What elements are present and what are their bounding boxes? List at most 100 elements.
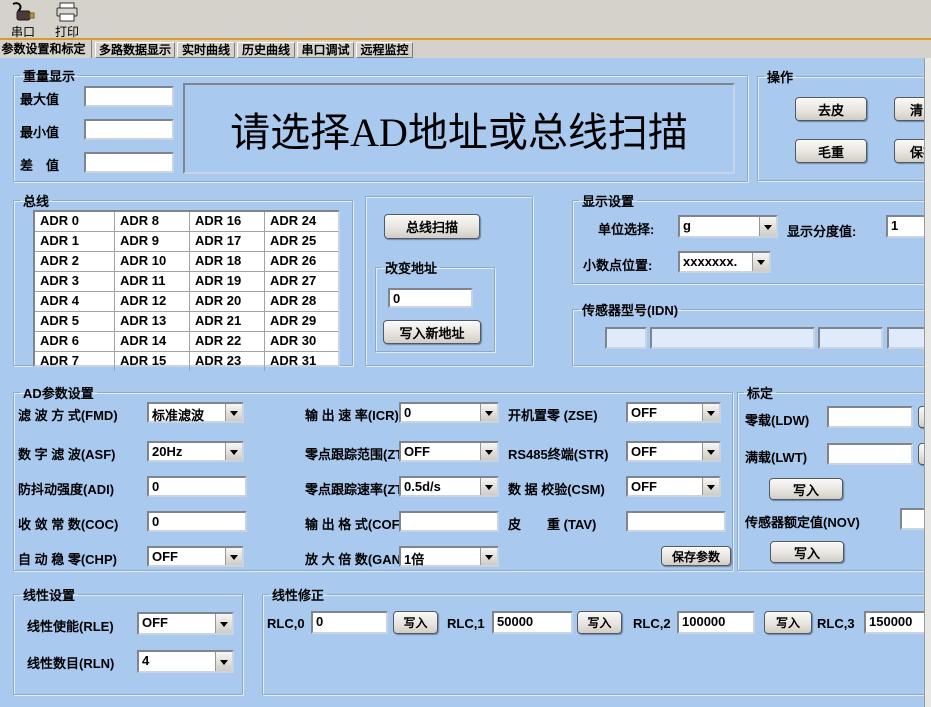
- bus-address-cell[interactable]: ADR 31: [265, 352, 338, 371]
- bus-address-cell[interactable]: ADR 4: [35, 292, 115, 311]
- chevron-down-icon[interactable]: [480, 443, 497, 460]
- bus-address-cell[interactable]: ADR 10: [115, 252, 190, 271]
- lwt-field[interactable]: [827, 443, 913, 465]
- rle-combo[interactable]: OFF: [137, 612, 234, 635]
- rlc1-field[interactable]: 50000: [492, 611, 573, 634]
- cof-field[interactable]: [399, 511, 499, 532]
- bus-address-cell[interactable]: ADR 27: [265, 272, 338, 291]
- ldw-field[interactable]: [827, 406, 913, 428]
- adi-field[interactable]: 0: [147, 476, 247, 497]
- max-value-field[interactable]: [84, 86, 174, 107]
- bus-address-cell[interactable]: ADR 30: [265, 332, 338, 351]
- tab-remote-monitor[interactable]: 远程监控: [356, 42, 413, 58]
- serial-port-button[interactable]: 串口: [2, 1, 44, 37]
- tab-multichannel-display[interactable]: 多路数据显示: [95, 42, 175, 58]
- tab-param-calibration[interactable]: 参数设置和标定: [0, 40, 92, 58]
- group-bus-title: 总线: [20, 191, 52, 210]
- bus-address-cell[interactable]: ADR 11: [115, 272, 190, 291]
- bus-address-cell[interactable]: ADR 17: [190, 232, 265, 251]
- bus-address-cell[interactable]: ADR 20: [190, 292, 265, 311]
- bus-address-cell[interactable]: ADR 21: [190, 312, 265, 331]
- bus-address-cell[interactable]: ADR 29: [265, 312, 338, 331]
- write-new-address-button[interactable]: 写入新地址: [383, 320, 481, 344]
- chevron-down-icon[interactable]: [759, 217, 776, 236]
- chevron-down-icon[interactable]: [215, 614, 232, 633]
- diff-value-field[interactable]: [84, 152, 174, 173]
- tare-button[interactable]: 去皮: [795, 97, 867, 121]
- bus-address-cell[interactable]: ADR 16: [190, 212, 265, 231]
- decimal-position-combo[interactable]: xxxxxxx.: [678, 251, 771, 273]
- bus-address-cell[interactable]: ADR 1: [35, 232, 115, 251]
- chevron-down-icon[interactable]: [480, 548, 497, 565]
- bus-address-cell[interactable]: ADR 25: [265, 232, 338, 251]
- rle-label: 线性使能(RLE): [27, 616, 114, 635]
- asf-combo[interactable]: 20Hz: [147, 441, 244, 462]
- bus-address-cell[interactable]: ADR 26: [265, 252, 338, 271]
- rlc1-write-button[interactable]: 写入: [577, 611, 622, 634]
- chevron-down-icon[interactable]: [480, 478, 497, 495]
- bus-address-cell[interactable]: ADR 24: [265, 212, 338, 231]
- csm-combo[interactable]: OFF: [626, 476, 721, 497]
- bus-address-cell[interactable]: ADR 7: [35, 352, 115, 371]
- tab-realtime-curve[interactable]: 实时曲线: [177, 42, 235, 58]
- bus-address-cell[interactable]: ADR 28: [265, 292, 338, 311]
- rln-combo[interactable]: 4: [137, 650, 234, 673]
- zts-combo[interactable]: 0.5d/s: [399, 476, 499, 497]
- chevron-down-icon[interactable]: [215, 652, 232, 671]
- bus-address-cell[interactable]: ADR 9: [115, 232, 190, 251]
- tab-history-curve[interactable]: 历史曲线: [237, 42, 295, 58]
- zse-combo[interactable]: OFF: [626, 402, 721, 423]
- chevron-down-icon[interactable]: [225, 443, 242, 460]
- gan-combo[interactable]: 1倍: [399, 546, 499, 567]
- group-linear-settings-title: 线性设置: [20, 585, 78, 604]
- bus-address-cell[interactable]: ADR 6: [35, 332, 115, 351]
- ztr-combo[interactable]: OFF: [399, 441, 499, 462]
- chp-combo[interactable]: OFF: [147, 546, 244, 567]
- chevron-down-icon[interactable]: [702, 404, 719, 421]
- bus-address-cell[interactable]: ADR 8: [115, 212, 190, 231]
- icr-combo[interactable]: 0: [399, 402, 499, 423]
- bus-address-cell[interactable]: ADR 15: [115, 352, 190, 371]
- bus-address-cell[interactable]: ADR 3: [35, 272, 115, 291]
- tab-serial-debug[interactable]: 串口调试: [297, 42, 354, 58]
- sensor-model-field-2[interactable]: [650, 327, 815, 349]
- calibration-write-button[interactable]: 写入: [769, 478, 843, 500]
- tav-field[interactable]: [626, 511, 726, 532]
- chevron-down-icon[interactable]: [702, 443, 719, 460]
- sensor-model-field-3[interactable]: [818, 327, 883, 349]
- rlc2-write-button[interactable]: 写入: [764, 611, 812, 634]
- serial-port-label: 串口: [11, 25, 35, 39]
- bus-address-cell[interactable]: ADR 0: [35, 212, 115, 231]
- bus-address-cell[interactable]: ADR 22: [190, 332, 265, 351]
- unit-select-combo[interactable]: g: [678, 215, 778, 238]
- rlc0-field[interactable]: 0: [311, 611, 388, 634]
- bus-address-cell[interactable]: ADR 14: [115, 332, 190, 351]
- print-button[interactable]: 打印: [46, 1, 88, 37]
- rlc0-write-button[interactable]: 写入: [393, 611, 438, 634]
- bus-address-cell[interactable]: ADR 12: [115, 292, 190, 311]
- chevron-down-icon[interactable]: [225, 404, 242, 421]
- bus-address-cell[interactable]: ADR 13: [115, 312, 190, 331]
- new-address-field[interactable]: 0: [388, 288, 473, 308]
- bus-address-cell[interactable]: ADR 23: [190, 352, 265, 371]
- gross-button[interactable]: 毛重: [795, 139, 867, 163]
- str-combo[interactable]: OFF: [626, 441, 721, 462]
- nov-write-button[interactable]: 写入: [770, 541, 844, 563]
- min-value-field[interactable]: [84, 119, 174, 140]
- chevron-down-icon[interactable]: [480, 404, 497, 421]
- chevron-down-icon[interactable]: [752, 253, 769, 271]
- sensor-model-field-1[interactable]: [605, 327, 647, 349]
- fmd-combo[interactable]: 标准滤波: [147, 402, 244, 423]
- chevron-down-icon[interactable]: [702, 478, 719, 495]
- coc-field[interactable]: 0: [147, 511, 247, 532]
- save-params-button[interactable]: 保存参数: [661, 546, 731, 566]
- bus-address-cell[interactable]: ADR 5: [35, 312, 115, 331]
- bus-address-cell[interactable]: ADR 18: [190, 252, 265, 271]
- icr-label: 输 出 速 率(ICR): [305, 405, 399, 424]
- rlc2-field[interactable]: 100000: [677, 611, 755, 634]
- chevron-down-icon[interactable]: [225, 548, 242, 565]
- bus-address-cell[interactable]: ADR 19: [190, 272, 265, 291]
- rlc3-field[interactable]: 150000: [864, 611, 931, 634]
- bus-address-cell[interactable]: ADR 2: [35, 252, 115, 271]
- bus-scan-button[interactable]: 总线扫描: [384, 214, 480, 239]
